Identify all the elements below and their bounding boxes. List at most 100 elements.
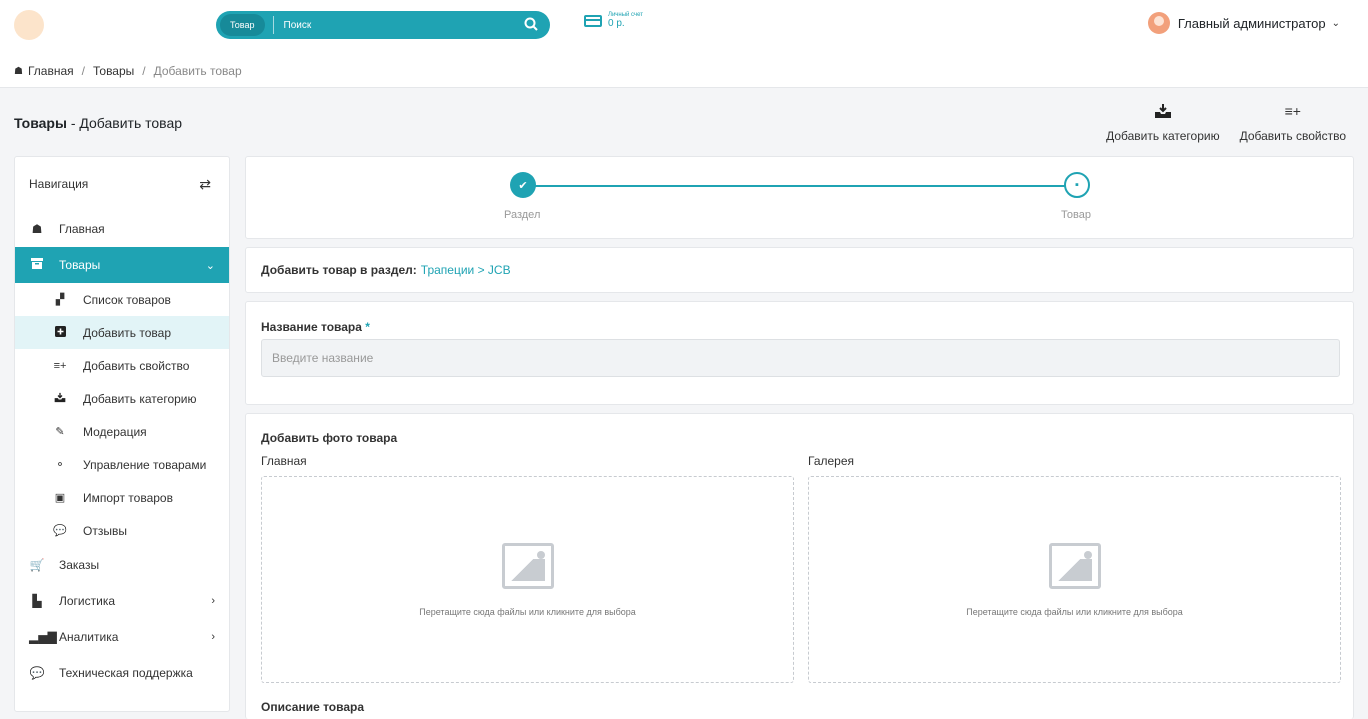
search-input[interactable]: Поиск: [284, 20, 525, 31]
sidebar-item-products[interactable]: Товары ⌄: [15, 247, 229, 283]
product-photos-panel: Добавить фото товара Главная Галерея Пер…: [245, 413, 1354, 719]
breadcrumb-products[interactable]: Товары: [93, 64, 134, 78]
inbox-download-icon: [53, 392, 67, 406]
import-icon: ▣: [54, 492, 66, 504]
sidebar-subitem-label: Импорт товаров: [83, 490, 173, 505]
sidebar-subitem-label: Отзывы: [83, 523, 127, 538]
chat-icon: 💬: [53, 525, 67, 537]
main-photo-dropzone[interactable]: Перетащите сюда файлы или кликните для в…: [261, 476, 794, 683]
sidebar-subitem-import[interactable]: ▣ Импорт товаров: [15, 481, 229, 514]
home-icon: ☗: [14, 65, 23, 77]
sidebar-subitem-product-list[interactable]: ▞ Список товаров: [15, 283, 229, 316]
chevron-down-icon: ⌄: [1331, 17, 1340, 29]
sidebar-subitem-label: Управление товарами: [83, 457, 207, 472]
breadcrumb-home[interactable]: Главная: [28, 64, 74, 78]
main-photo-label: Главная: [261, 454, 307, 468]
step-label-product: Товар: [1061, 209, 1091, 221]
step-section-check-icon[interactable]: ✔: [510, 172, 536, 198]
search-category-selector[interactable]: Товар: [220, 14, 265, 36]
sidebar-item-label: Заказы: [59, 558, 100, 572]
chevron-right-icon: ›: [211, 595, 215, 607]
sidebar-subitem-label: Список товаров: [83, 292, 171, 307]
sidebar-subitem-add-product[interactable]: Добавить товар: [15, 316, 229, 349]
step-product-box-icon[interactable]: ▪: [1064, 172, 1090, 198]
sidebar-subitem-label: Модерация: [83, 424, 147, 439]
sidebar-subitem-reviews[interactable]: 💬 Отзывы: [15, 514, 229, 547]
building-icon: ▙: [32, 594, 42, 608]
nodes-icon: ⚬: [55, 459, 65, 471]
page-title-section: Товары: [14, 115, 67, 131]
swap-icon[interactable]: ⇄: [199, 176, 211, 193]
chevron-right-icon: ›: [211, 631, 215, 643]
logo[interactable]: [14, 10, 124, 40]
sidebar-subitem-label: Добавить свойство: [83, 358, 190, 373]
dropzone-text: Перетащите сюда файлы или кликните для в…: [966, 606, 1183, 617]
list-add-icon: ≡+: [1284, 103, 1301, 119]
add-property-button[interactable]: ≡+ Добавить свойство: [1240, 103, 1346, 143]
sidebar-subitem-add-category[interactable]: Добавить категорию: [15, 382, 229, 415]
plus-square-icon: [53, 325, 67, 340]
sidebar-item-home[interactable]: ☗ Главная: [15, 211, 229, 247]
dropzone-text: Перетащите сюда файлы или кликните для в…: [419, 606, 636, 617]
sidebar-header: Навигация ⇄: [15, 157, 229, 211]
personal-account[interactable]: Личный счет 0 р.: [584, 12, 643, 29]
product-name-placeholder: Введите название: [272, 351, 374, 365]
sidebar-item-analytics[interactable]: ▂▅▇ Аналитика ›: [15, 619, 229, 655]
breadcrumb-separator: /: [81, 64, 85, 78]
product-name-label: Название товара *: [261, 320, 370, 334]
cart-icon: 🛒: [29, 558, 45, 572]
product-name-panel: Название товара * Введите название: [245, 301, 1354, 405]
image-icon: [1048, 542, 1101, 589]
required-mark: *: [365, 320, 370, 334]
step-label-section: Раздел: [504, 209, 541, 221]
description-title: Описание товара: [261, 700, 365, 714]
top-header: Товар Поиск Личный счет 0 р. Главный адм…: [0, 0, 1368, 52]
user-name: Главный администратор: [1177, 15, 1326, 31]
sidebar-item-support[interactable]: 💬 Техническая поддержка: [15, 655, 229, 691]
avatar: [1147, 12, 1170, 34]
page-title-rest: - Добавить товар: [66, 115, 183, 131]
sidebar-item-logistics[interactable]: ▙ Логистика ›: [15, 583, 229, 619]
boxes-icon: ▞: [55, 294, 65, 306]
sidebar-item-label: Аналитика: [59, 630, 119, 644]
sidebar-subitem-moderation[interactable]: ✎ Модерация: [15, 415, 229, 448]
comments-icon: 💬: [29, 666, 45, 680]
chevron-down-icon: ⌄: [205, 259, 215, 272]
sidebar-subitem-add-property[interactable]: ≡+ Добавить свойство: [15, 349, 229, 382]
step-progress-line: [524, 185, 1078, 187]
list-add-icon: ≡+: [53, 359, 67, 372]
sidebar-subitem-label: Добавить категорию: [83, 391, 197, 406]
search-icon[interactable]: [524, 17, 538, 34]
edit-icon: ✎: [55, 426, 65, 438]
section-label: Добавить товар в раздел:: [261, 263, 417, 277]
sidebar-subitem-label: Добавить товар: [83, 325, 171, 340]
user-menu[interactable]: Главный администратор ⌄: [1147, 12, 1340, 34]
target-section-panel: Добавить товар в раздел: Трапеции > JCB: [245, 247, 1354, 293]
bar-chart-icon: ▂▅▇: [29, 630, 57, 644]
add-category-label: Добавить категорию: [1106, 129, 1220, 143]
account-text: Личный счет 0 р.: [608, 12, 643, 29]
sidebar-item-label: Техническая поддержка: [59, 666, 193, 680]
sidebar-item-orders[interactable]: 🛒 Заказы: [15, 547, 229, 583]
product-name-input[interactable]: Введите название: [261, 339, 1340, 377]
sidebar-subitem-manage-products[interactable]: ⚬ Управление товарами: [15, 448, 229, 481]
product-name-label-text: Название товара: [261, 320, 362, 334]
breadcrumb: ☗ Главная / Товары / Добавить товар: [14, 64, 242, 78]
stepper-panel: ✔ ▪ Раздел Товар: [245, 156, 1354, 239]
credit-card-icon: [584, 14, 602, 27]
logo-mark: [14, 10, 44, 40]
search-bar: Товар Поиск: [216, 11, 550, 39]
home-icon: ☗: [31, 222, 43, 236]
section-path-link[interactable]: Трапеции > JCB: [421, 263, 511, 277]
sidebar-item-label: Главная: [59, 222, 105, 236]
inbox-download-icon: [1154, 103, 1172, 121]
page-actions: Добавить категорию ≡+ Добавить свойство: [1106, 103, 1346, 143]
sidebar-title: Навигация: [29, 177, 89, 191]
breadcrumb-separator: /: [142, 64, 146, 78]
gallery-dropzone[interactable]: Перетащите сюда файлы или кликните для в…: [808, 476, 1341, 683]
add-property-label: Добавить свойство: [1239, 129, 1346, 143]
gallery-label: Галерея: [808, 454, 855, 468]
sidebar-item-label: Логистика: [59, 594, 116, 608]
add-category-button[interactable]: Добавить категорию: [1106, 103, 1220, 143]
photos-title: Добавить фото товара: [261, 431, 398, 445]
